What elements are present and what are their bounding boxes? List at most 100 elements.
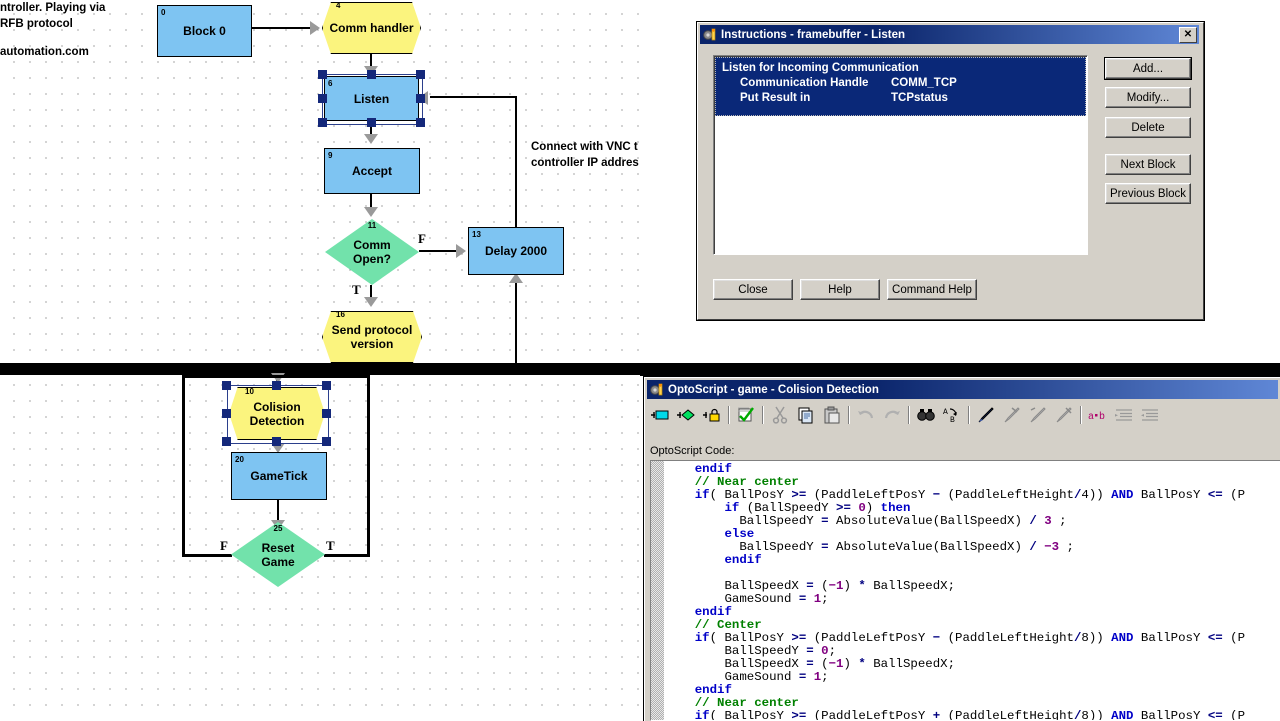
resize-handle-nw[interactable] [222, 381, 231, 390]
svg-text:b: b [1099, 411, 1105, 423]
resize-handle-n[interactable] [367, 70, 376, 79]
resize-handle-s[interactable] [272, 437, 281, 446]
flow-block-gametick[interactable]: 20 GameTick [231, 452, 327, 500]
flowchart-canvas-upper[interactable] [0, 0, 640, 363]
resize-handle-e[interactable] [322, 409, 331, 418]
block-label: Colision Detection [249, 399, 305, 428]
block-label: Send protocol version [331, 323, 413, 351]
check-syntax-icon[interactable] [733, 403, 759, 427]
resize-handle-ne[interactable] [416, 70, 425, 79]
modify-button[interactable]: Modify... [1105, 87, 1191, 108]
optoscript-window: OptoScript - game - Colision Detection A… [643, 376, 1280, 721]
flow-block-block0[interactable]: 0 Block 0 [157, 5, 252, 57]
delete-button[interactable]: Delete [1105, 117, 1191, 138]
connector-reset-false-horiz [182, 554, 232, 557]
bookmark-next-icon[interactable] [999, 403, 1025, 427]
toolbar-separator [848, 406, 850, 424]
connector-reset-false-vert [182, 375, 185, 555]
window-divider-bar [0, 363, 1280, 375]
flow-block-send-protocol-version[interactable]: 16 Send protocol version [322, 310, 422, 363]
optoscript-toolbar[interactable]: AB ab [647, 402, 1278, 428]
block-label: Accept [351, 164, 392, 178]
toolbar-separator [968, 406, 970, 424]
close-icon[interactable]: ✕ [1179, 27, 1197, 43]
find-icon[interactable] [913, 403, 939, 427]
resize-handle-n[interactable] [272, 381, 281, 390]
optoscript-code-editor[interactable]: endif // Near center if( BallPosY >= (Pa… [650, 460, 1280, 721]
connector-reset-false-top [182, 375, 370, 378]
flow-block-delay-2000[interactable]: 13 Delay 2000 [468, 227, 564, 275]
block-number: 16 [336, 310, 345, 319]
insert-lock-icon[interactable] [699, 403, 725, 427]
resize-handle-ne[interactable] [322, 381, 331, 390]
block-number: 4 [336, 1, 341, 10]
replace-icon[interactable]: AB [939, 403, 965, 427]
bookmark-toggle-icon[interactable] [973, 403, 999, 427]
add-button[interactable]: Add... [1104, 57, 1192, 80]
connector-block0-commhandler [252, 27, 310, 29]
help-button[interactable]: Help [800, 279, 880, 300]
resize-handle-e[interactable] [416, 94, 425, 103]
insert-variable-icon[interactable] [647, 403, 673, 427]
block-label: Comm Open? [353, 238, 391, 266]
close-button[interactable]: Close [713, 279, 793, 300]
connector-delay-loop-vert-bottom [515, 275, 517, 363]
paste-icon[interactable] [819, 403, 845, 427]
connector-reset-true-vert [367, 375, 370, 555]
instruction-header-row: Listen for Incoming Communication [716, 61, 1085, 76]
resize-handle-se[interactable] [322, 437, 331, 446]
flow-block-colision-detection[interactable]: 10 Colision Detection [229, 387, 325, 440]
command-help-button[interactable]: Command Help [887, 279, 977, 300]
instruction-param-row: Communication Handle COMM_TCP [716, 76, 1085, 91]
svg-text:a: a [1088, 412, 1094, 423]
screen-root: ntroller. Playing via RFB protocol autom… [0, 0, 1280, 721]
indent-icon[interactable] [1111, 403, 1137, 427]
instructions-titlebar[interactable]: Instructions - framebuffer - Listen ✕ [700, 25, 1199, 44]
block-number: 0 [161, 8, 166, 17]
block-number: 6 [328, 79, 333, 88]
resize-handle-s[interactable] [367, 118, 376, 127]
copy-icon[interactable] [793, 403, 819, 427]
resize-handle-nw[interactable] [318, 70, 327, 79]
block-number: 9 [328, 151, 333, 160]
code-line: if( BallPosY >= (PaddleLeftPosY + (Paddl… [694, 709, 1246, 721]
instruction-param-row: Put Result in TCPstatus [716, 91, 1085, 106]
undo-icon[interactable] [853, 403, 879, 427]
branch-label-true-1: T [352, 282, 361, 297]
redo-icon[interactable] [879, 403, 905, 427]
svg-text:A: A [943, 408, 948, 417]
code-line: GameSound = 1; [665, 670, 829, 684]
bookmark-clear-icon[interactable] [1051, 403, 1077, 427]
optoscript-title-text: OptoScript - game - Colision Detection [668, 383, 879, 396]
cut-icon[interactable] [767, 403, 793, 427]
resize-handle-w[interactable] [222, 409, 231, 418]
outdent-icon[interactable] [1137, 403, 1163, 427]
toolbar-separator [728, 406, 730, 424]
bookmark-prev-icon[interactable] [1025, 403, 1051, 427]
optoscript-code-text[interactable]: endif // Near center if( BallPosY >= (Pa… [665, 463, 1280, 721]
instruction-list-item-selected[interactable]: Listen for Incoming Communication Commun… [715, 57, 1086, 116]
block-label: Delay 2000 [484, 244, 548, 258]
canvas-note-vnc: Connect with VNC t controller IP addres [531, 141, 639, 169]
instruction-list[interactable]: Listen for Incoming Communication Commun… [713, 55, 1088, 255]
flow-block-reset-game[interactable]: 25 Reset Game [231, 522, 325, 587]
arrow-icon-down-2 [364, 134, 378, 144]
optoscript-titlebar[interactable]: OptoScript - game - Colision Detection [647, 380, 1278, 399]
instruction-header: Listen for Incoming Communication [722, 62, 919, 74]
arrow-icon-down-4 [364, 297, 378, 307]
flow-block-comm-handler[interactable]: 4 Comm handler [322, 1, 421, 54]
insert-condition-icon[interactable] [673, 403, 699, 427]
code-line: BallSpeedY = AbsoluteValue(BallSpeedX) /… [665, 514, 1067, 528]
resize-handle-sw[interactable] [318, 118, 327, 127]
flow-block-listen[interactable]: 6 Listen [324, 76, 419, 121]
app-icon [702, 27, 718, 43]
branch-label-false-2: F [220, 538, 228, 553]
flow-block-comm-open[interactable]: 11 Comm Open? [325, 219, 419, 285]
resize-handle-w[interactable] [318, 94, 327, 103]
previous-block-button[interactable]: Previous Block [1105, 183, 1191, 204]
match-case-icon[interactable]: ab [1085, 403, 1111, 427]
flow-block-accept[interactable]: 9 Accept [324, 148, 420, 194]
next-block-button[interactable]: Next Block [1105, 154, 1191, 175]
resize-handle-se[interactable] [416, 118, 425, 127]
resize-handle-sw[interactable] [222, 437, 231, 446]
